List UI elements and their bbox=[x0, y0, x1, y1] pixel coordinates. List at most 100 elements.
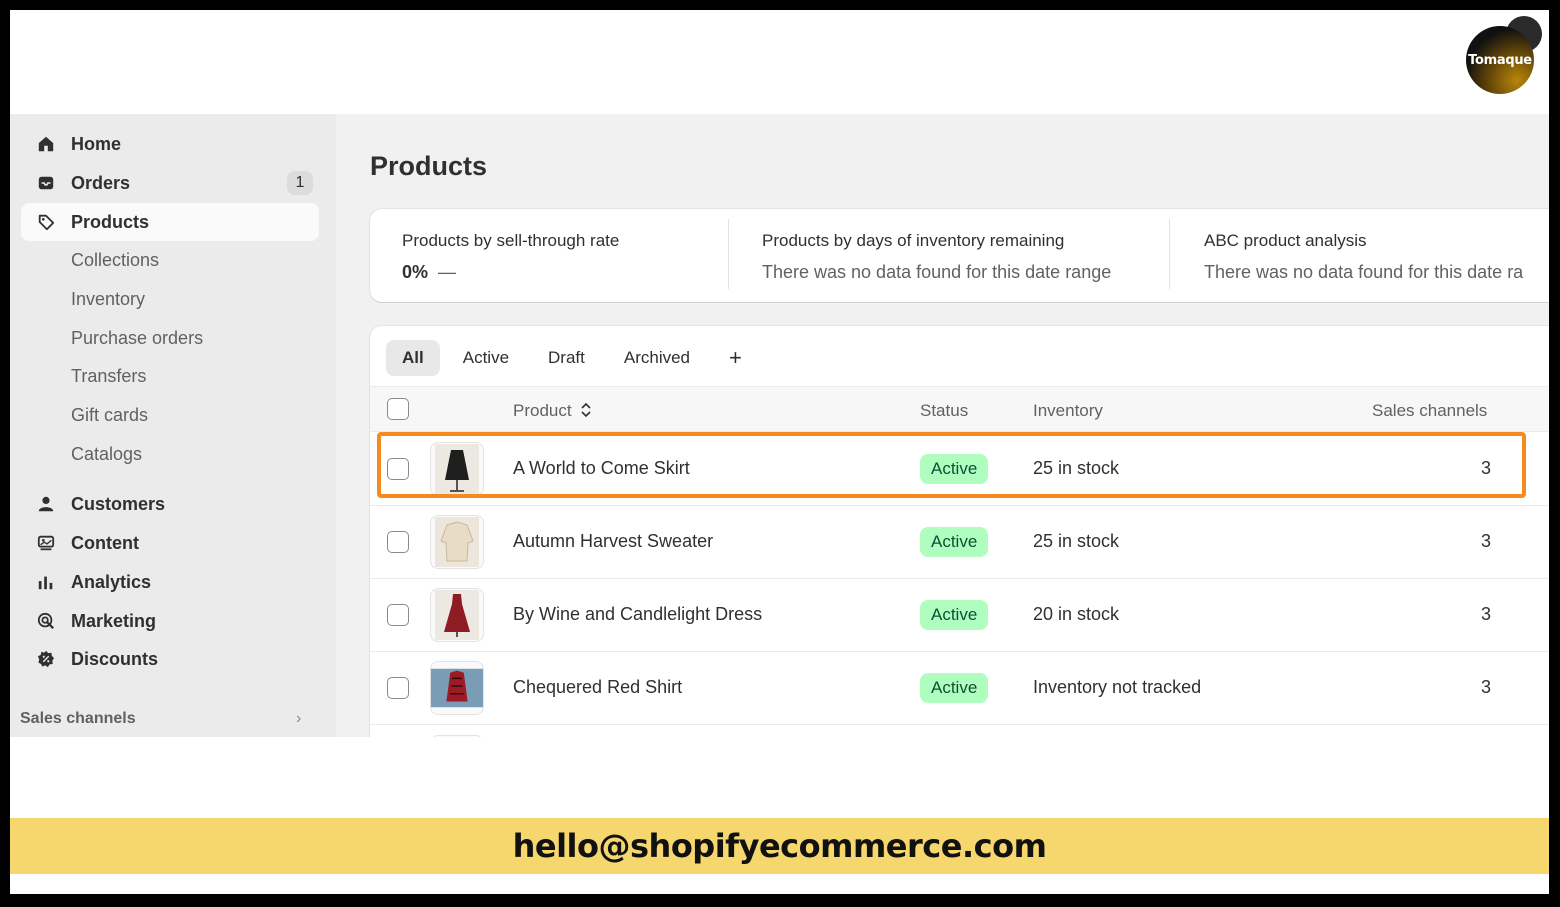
sidebar-item-discounts[interactable]: Discounts bbox=[21, 640, 319, 678]
column-inventory: Inventory bbox=[1033, 401, 1103, 420]
metric-title: Products by days of inventory remaining bbox=[762, 231, 1065, 250]
metric-days-inventory[interactable]: Products by days of inventory remaining … bbox=[762, 231, 1111, 283]
sidebar-item-label: Collections bbox=[71, 249, 160, 270]
metric-title: ABC product analysis bbox=[1204, 231, 1367, 250]
sidebar-item-label: Inventory bbox=[71, 288, 146, 309]
table-row[interactable]: A World to Come Skirt Active 25 in stock… bbox=[370, 433, 1549, 506]
table-row[interactable]: Chequered Red Shirt Active Inventory not… bbox=[370, 652, 1549, 725]
sidebar-item-inventory[interactable]: Inventory bbox=[21, 280, 319, 318]
content-icon bbox=[35, 532, 57, 554]
sidebar-item-label: Gift cards bbox=[71, 404, 149, 425]
status-badge: Active bbox=[920, 673, 989, 703]
discount-icon bbox=[35, 648, 57, 670]
metric-title: Products by sell-through rate bbox=[402, 231, 620, 250]
sidebar-item-content[interactable]: Content bbox=[21, 524, 319, 562]
product-thumbnail bbox=[430, 442, 484, 496]
sidebar-item-home[interactable]: Home bbox=[21, 125, 319, 163]
inventory-value: Inventory not tracked bbox=[1033, 677, 1202, 697]
sort-icon bbox=[581, 402, 591, 418]
table-row[interactable]: By Wine and Candlelight Dress Active 20 … bbox=[370, 579, 1549, 652]
tab-archived[interactable]: Archived bbox=[608, 340, 706, 376]
column-product[interactable]: Product bbox=[513, 401, 592, 421]
screenshot-frame: Tomaque Home Orders 1 Products Collectio… bbox=[10, 10, 1549, 894]
sidebar-item-purchase-orders[interactable]: Purchase orders bbox=[21, 319, 319, 357]
metric-dash: — bbox=[438, 262, 457, 282]
sidebar-item-label: Customers bbox=[71, 493, 166, 514]
shirt-image bbox=[431, 668, 483, 708]
sidebar-item-label: Products bbox=[71, 211, 150, 232]
metric-abc-analysis[interactable]: ABC product analysis There was no data f… bbox=[1204, 231, 1523, 283]
orders-count-badge: 1 bbox=[287, 171, 313, 195]
page-title: Products bbox=[370, 151, 488, 181]
tab-all[interactable]: All bbox=[386, 340, 440, 376]
metric-divider bbox=[728, 219, 729, 289]
sweater-image bbox=[435, 517, 479, 567]
product-thumbnail bbox=[430, 588, 484, 642]
column-sales-channels: Sales channels bbox=[1372, 401, 1488, 420]
admin-app: Home Orders 1 Products Collections Inven… bbox=[10, 114, 1549, 737]
tab-active[interactable]: Active bbox=[447, 340, 525, 376]
filter-tabs: All Active Draft Archived + bbox=[386, 340, 765, 376]
sidebar-item-label: Home bbox=[71, 133, 122, 154]
row-checkbox[interactable] bbox=[387, 458, 409, 480]
product-name[interactable]: Chequered Red Shirt bbox=[513, 677, 682, 698]
sidebar-item-label: Catalogs bbox=[71, 443, 143, 464]
metric-value: There was no data found for this date ra… bbox=[762, 262, 1112, 282]
sales-channels-count: 3 bbox=[1481, 677, 1492, 697]
status-badge: Active bbox=[920, 454, 989, 484]
metric-value: 0% — bbox=[402, 262, 619, 283]
row-checkbox[interactable] bbox=[387, 604, 409, 626]
row-checkbox[interactable] bbox=[387, 531, 409, 553]
row-checkbox[interactable] bbox=[387, 677, 409, 699]
sidebar-item-analytics[interactable]: Analytics bbox=[21, 563, 319, 601]
sidebar-item-label: Analytics bbox=[71, 571, 152, 592]
table-header: Product Status Inventory Sales channels bbox=[370, 386, 1549, 432]
product-thumbnail bbox=[430, 515, 484, 569]
metric-divider bbox=[1169, 219, 1170, 289]
sidebar-item-customers[interactable]: Customers bbox=[21, 485, 319, 523]
product-thumbnail bbox=[430, 661, 484, 715]
inventory-value: 25 in stock bbox=[1033, 458, 1120, 478]
inventory-value: 20 in stock bbox=[1033, 604, 1120, 624]
chevron-right-icon[interactable]: › bbox=[296, 710, 301, 728]
sidebar-item-collections[interactable]: Collections bbox=[21, 241, 319, 279]
sidebar-item-orders[interactable]: Orders 1 bbox=[21, 164, 319, 202]
sales-channels-count: 3 bbox=[1481, 604, 1492, 624]
sidebar-item-catalogs[interactable]: Catalogs bbox=[21, 435, 319, 473]
skirt-image bbox=[435, 444, 479, 494]
logo-text: Tomaque bbox=[1468, 52, 1532, 68]
inbox-icon bbox=[35, 172, 57, 194]
sidebar-item-gift-cards[interactable]: Gift cards bbox=[21, 396, 319, 434]
sidebar-item-transfers[interactable]: Transfers bbox=[21, 357, 319, 395]
sidebar-item-label: Marketing bbox=[71, 610, 157, 631]
sales-channels-count: 3 bbox=[1481, 531, 1492, 551]
sidebar-item-label: Discounts bbox=[71, 648, 159, 669]
sidebar-item-label: Orders bbox=[71, 172, 131, 193]
inventory-value: 25 in stock bbox=[1033, 531, 1120, 551]
sales-channels-heading[interactable]: Sales channels bbox=[20, 710, 136, 728]
sidebar-item-label: Purchase orders bbox=[71, 327, 204, 348]
column-label: Product bbox=[513, 401, 572, 420]
logo-disc: Tomaque bbox=[1466, 26, 1534, 94]
person-icon bbox=[35, 493, 57, 515]
sidebar: Home Orders 1 Products Collections Inven… bbox=[10, 114, 336, 737]
product-name[interactable]: Autumn Harvest Sweater bbox=[513, 531, 713, 552]
table-row bbox=[370, 725, 1549, 737]
metric-sell-through[interactable]: Products by sell-through rate 0% — bbox=[402, 231, 619, 283]
product-name[interactable]: By Wine and Candlelight Dress bbox=[513, 604, 762, 625]
contact-email[interactable]: hello@shopifyecommerce.com bbox=[513, 827, 1047, 865]
product-name[interactable]: A World to Come Skirt bbox=[513, 458, 690, 479]
add-view-button[interactable]: + bbox=[713, 340, 758, 376]
tab-draft[interactable]: Draft bbox=[532, 340, 601, 376]
metric-number: 0% bbox=[402, 262, 429, 282]
metrics-card: Products by sell-through rate 0% — Produ… bbox=[370, 209, 1549, 302]
sidebar-item-marketing[interactable]: Marketing bbox=[21, 602, 319, 640]
table-row[interactable]: Autumn Harvest Sweater Active 25 in stoc… bbox=[370, 506, 1549, 579]
select-all-checkbox[interactable] bbox=[387, 398, 409, 420]
home-icon bbox=[35, 133, 57, 155]
metric-value: There was no data found for this date ra bbox=[1204, 262, 1524, 282]
status-badge: Active bbox=[920, 600, 989, 630]
status-badge: Active bbox=[920, 527, 989, 557]
sidebar-item-products[interactable]: Products bbox=[21, 203, 319, 241]
product-thumbnail bbox=[430, 735, 484, 737]
